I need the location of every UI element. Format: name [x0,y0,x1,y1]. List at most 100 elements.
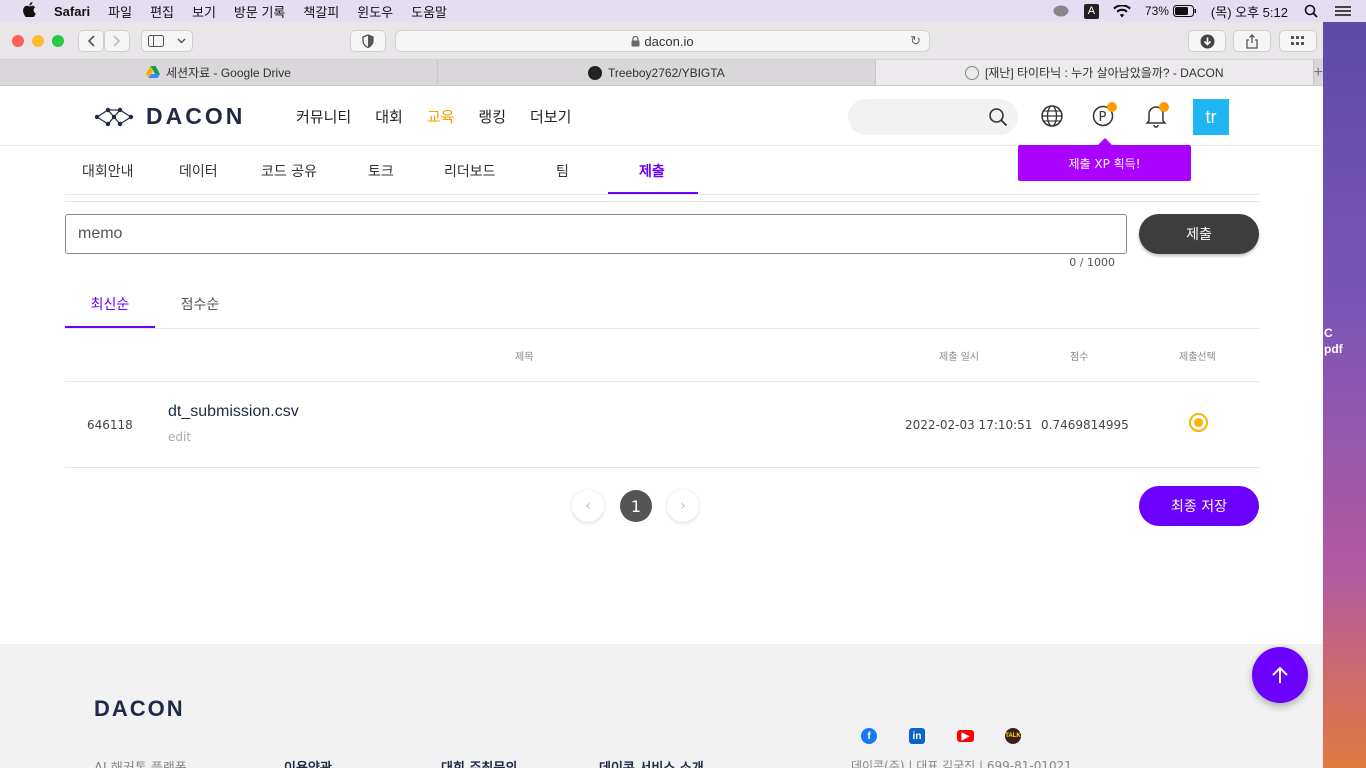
address-bar[interactable]: dacon.io ↻ [395,30,930,52]
submission-id: 646118 [87,418,133,432]
divider [65,328,1259,329]
close-window-button[interactable] [12,34,24,47]
new-tab-button[interactable]: + [1314,60,1323,85]
xp-tooltip: 제출 XP 획득! [1018,138,1191,181]
prev-page-button[interactable]: ‹ [572,490,604,522]
shield-icon [362,34,374,48]
download-icon [1200,34,1214,48]
menu-view[interactable]: 보기 [192,2,216,21]
menu-bar: Safari 파일 편집 보기 방문 기록 책갈피 윈도우 도움말 A 73% … [0,0,1366,22]
submit-button[interactable]: 제출 [1139,214,1259,254]
tab-dacon[interactable]: [재난] 타이타닉 : 누가 살아남았을까? - DACON [875,60,1314,85]
column-header-title: 제목 [515,352,534,363]
divider [65,381,1259,382]
footer-link-service-intro[interactable]: 데이콘 서비스 소개 [599,757,704,768]
nav-community[interactable]: 커뮤니티 [296,106,351,127]
wifi-icon[interactable] [1113,4,1131,18]
nav-ranking[interactable]: 랭킹 [478,106,506,127]
globe-icon[interactable] [1040,104,1064,128]
footer-company-info: 데이콘(주) | 대표 김국진 | 699-81-01021 [851,759,1072,768]
downloads-button[interactable] [1188,30,1226,52]
privacy-report-button[interactable] [350,30,386,52]
kakaotalk-icon[interactable]: TALK [1005,728,1021,744]
linkedin-icon[interactable]: in [909,728,925,744]
footer-tagline: AI 해커톤 플랫폼 [94,757,187,768]
nav-education[interactable]: 교육 [427,106,455,127]
tab-title: [재난] 타이타닉 : 누가 살아남았을까? - DACON [984,66,1224,80]
next-page-button[interactable]: › [667,490,699,522]
site-search-input[interactable] [848,99,1018,135]
search-icon[interactable] [988,107,1008,127]
forward-button[interactable] [104,30,130,52]
logo-text: DACON [146,103,246,129]
menu-help[interactable]: 도움말 [411,2,447,21]
submission-date: 2022-02-03 17:10:51 [905,418,1033,432]
tab-title: 세션자료 - Google Drive [166,66,291,80]
back-button[interactable] [78,30,104,52]
subnav-leaderboard[interactable]: 리더보드 [444,161,496,181]
input-source-icon[interactable]: A [1083,3,1099,19]
reload-icon[interactable]: ↻ [910,33,921,49]
sidebar-toggle-button[interactable] [141,30,193,52]
chat-bubble-icon[interactable] [1052,4,1070,18]
column-header-score: 점수 [1070,352,1089,363]
nav-more[interactable]: 더보기 [530,106,571,127]
sort-latest-tab[interactable]: 최신순 [65,294,155,314]
final-save-button[interactable]: 최종 저장 [1139,486,1259,526]
apple-icon[interactable] [20,2,38,20]
tab-overview-button[interactable] [1279,30,1317,52]
tab-github[interactable]: Treeboy2762/YBIGTA [438,60,876,85]
subnav-submit[interactable]: 제출 [639,161,665,181]
menu-file[interactable]: 파일 [108,2,132,21]
dacon-network-icon [94,107,134,126]
memo-input[interactable]: memo [65,214,1127,254]
browser-toolbar: dacon.io ↻ [0,22,1323,60]
google-drive-icon [146,65,161,80]
page-1-button[interactable]: 1 [620,490,652,522]
menu-edit[interactable]: 편집 [150,2,174,21]
nav-competition[interactable]: 대회 [375,106,403,127]
main-nav: 커뮤니티 대회 교육 랭킹 더보기 [296,106,595,127]
footer-link-host-inquiry[interactable]: 대회 주최문의 [441,757,517,768]
desktop-file-label: pdf [1324,342,1343,356]
user-avatar[interactable]: tr [1193,99,1229,135]
subnav-talk[interactable]: 토크 [368,161,394,181]
tab-bar: 세션자료 - Google Drive Treeboy2762/YBIGTA [… [0,60,1323,86]
footer-logo[interactable]: DACON [94,696,185,722]
sidebar-icon [148,35,165,47]
menu-window[interactable]: 윈도우 [357,2,393,21]
battery-percent: 73% [1144,4,1169,18]
menu-bookmarks[interactable]: 책갈피 [303,2,339,21]
spotlight-search-icon[interactable] [1302,4,1320,18]
submission-select-radio[interactable] [1189,413,1208,432]
minimize-window-button[interactable] [32,34,44,47]
sort-score-tab[interactable]: 점수순 [155,294,245,314]
zoom-window-button[interactable] [52,34,64,47]
subnav-overview[interactable]: 대회안내 [82,161,134,181]
submission-score: 0.7469814995 [1041,418,1129,432]
scroll-to-top-button[interactable] [1252,647,1308,703]
menu-history[interactable]: 방문 기록 [234,2,285,21]
control-center-icon[interactable] [1334,4,1352,18]
menubar-clock[interactable]: (목) 오후 5:12 [1211,2,1288,21]
footer-link-terms[interactable]: 이용약관 [284,757,332,768]
column-header-select: 제출선택 [1179,352,1216,363]
youtube-icon[interactable]: ▶ [957,730,974,742]
site-footer: DACON f in ▶ TALK AI 해커톤 플랫폼 이용약관 대회 주최문… [0,644,1323,768]
subnav-code-share[interactable]: 코드 공유 [261,161,317,181]
dacon-logo[interactable]: DACON [94,103,245,130]
divider [65,201,1259,202]
battery-icon[interactable] [1172,4,1197,18]
subnav-active-indicator [608,192,698,194]
share-button[interactable] [1233,30,1271,52]
bell-notification-dot [1159,102,1169,112]
memo-char-counter: 0 / 1000 [1069,256,1115,269]
subnav-team[interactable]: 팀 [556,161,569,181]
point-notification-dot [1107,102,1117,112]
submission-memo-edit[interactable]: edit [168,430,191,444]
subnav-data[interactable]: 데이터 [179,161,218,181]
submission-filename[interactable]: dt_submission.csv [168,403,299,421]
menu-app-safari[interactable]: Safari [54,4,90,19]
facebook-icon[interactable]: f [861,728,877,744]
tab-google-drive[interactable]: 세션자료 - Google Drive [0,60,438,85]
